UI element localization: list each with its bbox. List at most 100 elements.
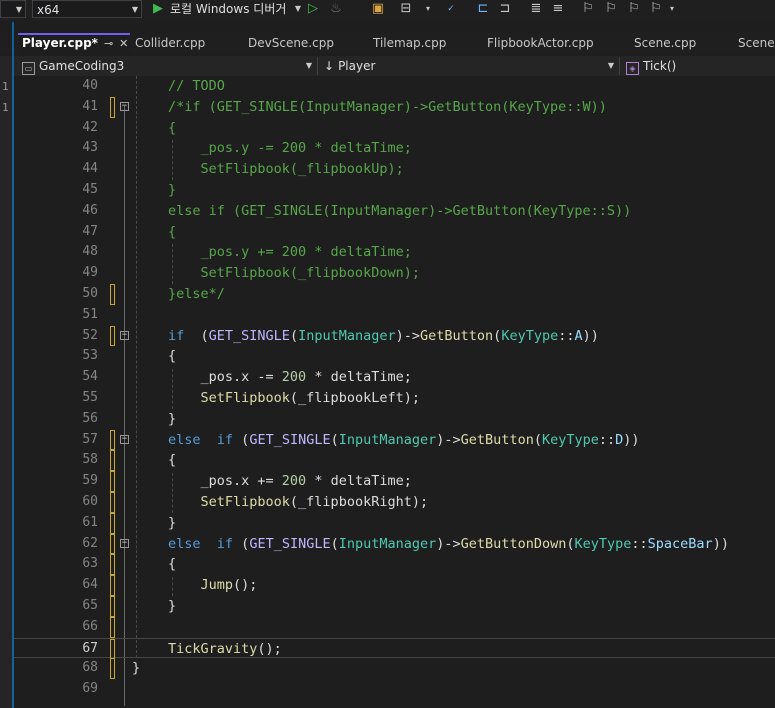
line-number: 41: [82, 98, 98, 114]
start-debugging-button[interactable]: 로컬 Windows 디버거: [170, 0, 286, 18]
spellcheck-icon[interactable]: ✓: [443, 1, 459, 17]
code-text: /*if (GET_SINGLE(InputManager)->GetButto…: [168, 98, 607, 115]
code-editor[interactable]: 40 // TODO 41 − /*if (GET_SINGLE(InputManage…: [14, 76, 775, 708]
bookmark-clear-icon[interactable]: ⚐: [648, 1, 664, 17]
code-line[interactable]: 50}else*/: [14, 284, 775, 305]
code-line[interactable]: 41 − /*if (GET_SINGLE(InputManager)->GetBu…: [14, 96, 775, 118]
code-line[interactable]: 43 _pos.y -= 200 * deltaTime;: [14, 138, 775, 159]
code-line[interactable]: 61}: [14, 512, 775, 534]
code-line[interactable]: 47 {: [14, 222, 775, 243]
pin-icon[interactable]: ⊸: [104, 37, 113, 50]
play-outline-icon[interactable]: ▷: [305, 1, 321, 17]
bookmark-icon[interactable]: ⚐: [580, 1, 596, 17]
line-number: 49: [82, 265, 98, 281]
chevron-down-icon[interactable]: ▼: [290, 1, 306, 17]
code-line[interactable]: 48 _pos.y += 200 * deltaTime;: [14, 242, 775, 263]
change-marker: [110, 616, 115, 638]
close-icon[interactable]: ✕: [119, 37, 128, 50]
change-marker: [110, 533, 115, 555]
code-text: SetFlipbook(_flipbookDown);: [168, 265, 420, 282]
line-number: 47: [82, 223, 98, 239]
collapse-icon[interactable]: −: [120, 538, 129, 548]
solution-config-dropdown[interactable]: ▼: [0, 0, 26, 18]
collapse-icon[interactable]: −: [120, 330, 129, 340]
debug-window-icon[interactable]: ▣: [370, 1, 386, 17]
member-dropdown[interactable]: ◈ Tick(): [622, 57, 775, 75]
more-icon[interactable]: ▾: [664, 1, 680, 17]
change-marker: [110, 284, 115, 305]
line-number: 67: [82, 640, 98, 656]
change-marker: [110, 450, 115, 472]
line-number: 66: [82, 618, 98, 634]
indent-guide: [172, 140, 173, 180]
chevron-down-icon: ▼: [607, 61, 614, 70]
tab-scene-cpp[interactable]: Scene.cpp: [630, 33, 730, 53]
code-line[interactable]: 49 SetFlipbook(_flipbookDown);: [14, 263, 775, 284]
outdent-icon[interactable]: ≡: [550, 1, 566, 17]
bookmark-prev-icon[interactable]: ⚐: [603, 1, 619, 17]
code-text: {: [168, 348, 177, 365]
code-text: {: [168, 223, 177, 240]
scope-label: Player: [338, 59, 376, 73]
member-label: Tick(): [643, 59, 677, 73]
chevron-down-icon[interactable]: ▾: [420, 1, 436, 17]
code-line[interactable]: 42 {: [14, 118, 775, 139]
line-number: 51: [82, 306, 98, 322]
code-line[interactable]: 45}: [14, 180, 775, 201]
code-line[interactable]: 40 // TODO: [14, 76, 775, 97]
code-line[interactable]: 44 SetFlipbook(_flipbookUp);: [14, 159, 775, 180]
code-line[interactable]: 54 _pos.x -= 200 * deltaTime;: [14, 367, 775, 388]
code-line[interactable]: 52 − if (GET_SINGLE(InputManager)->GetButt…: [14, 325, 775, 347]
tab-tilemap-cpp[interactable]: Tilemap.cpp: [369, 33, 479, 53]
scope-dropdown[interactable]: ↓ Player ▼: [320, 57, 620, 75]
project-dropdown[interactable]: ▭ GameCoding3 ▼: [18, 57, 318, 75]
line-number: 62: [82, 535, 98, 551]
indent-icon[interactable]: ≣: [528, 1, 544, 17]
code-line[interactable]: 51: [14, 305, 775, 326]
code-line[interactable]: 56}: [14, 409, 775, 430]
code-text: TickGravity();: [168, 640, 282, 657]
bookmark-next-icon[interactable]: ⚐: [626, 1, 642, 17]
flame-icon[interactable]: ♨: [328, 1, 344, 17]
line-number: 68: [82, 660, 98, 676]
project-label: GameCoding3: [39, 59, 125, 73]
play-icon[interactable]: ▶: [150, 1, 166, 17]
tab-flipbookactor-cpp[interactable]: FlipbookActor.cpp: [483, 33, 623, 53]
tab-scenemanager[interactable]: SceneM: [734, 33, 775, 53]
scope-arrow-icon: ↓: [324, 59, 335, 73]
code-line[interactable]: 63 {: [14, 554, 775, 576]
code-line[interactable]: 67 TickGravity();: [14, 637, 775, 660]
line-number: 55: [82, 390, 98, 405]
layout-icon[interactable]: ⊟: [398, 1, 414, 17]
line-number: 53: [82, 348, 98, 364]
code-line[interactable]: 55 SetFlipbook(_flipbookLeft);: [14, 388, 775, 409]
uncomment-icon[interactable]: ⊐: [497, 1, 513, 17]
document-tabs: Player.cpp* ⊸ ✕ Collider.cpp DevScene.cpp …: [0, 33, 775, 53]
code-text: }: [168, 182, 177, 198]
chevron-down-icon: ▼: [305, 61, 312, 70]
code-line[interactable]: 65}: [14, 596, 775, 617]
tab-collider-cpp[interactable]: Collider.cpp: [131, 33, 241, 53]
code-line[interactable]: 60 SetFlipbook(_flipbookRight);: [14, 492, 775, 513]
line-number: 65: [82, 598, 98, 613]
line-number: 58: [82, 452, 98, 468]
line-number: 45: [82, 182, 98, 197]
code-line[interactable]: 62 − else if (GET_SINGLE(InputManager)->Ge…: [14, 533, 775, 555]
comment-icon[interactable]: ⊏: [475, 1, 491, 17]
code-line[interactable]: 66: [14, 616, 775, 638]
code-line[interactable]: 46 else if (GET_SINGLE(InputManager)->Get…: [14, 201, 775, 222]
code-line[interactable]: 68}: [14, 658, 775, 680]
platform-dropdown[interactable]: x64 ▼: [32, 0, 142, 18]
tab-devscene-cpp[interactable]: DevScene.cpp: [244, 33, 364, 53]
code-line[interactable]: 64 Jump();: [14, 575, 775, 596]
code-line[interactable]: 58 {: [14, 450, 775, 472]
line-number: 40: [82, 78, 98, 93]
collapse-icon[interactable]: −: [120, 101, 129, 111]
code-line[interactable]: 69: [14, 679, 775, 700]
collapse-icon[interactable]: −: [120, 434, 129, 444]
code-line[interactable]: 53 {: [14, 346, 775, 367]
code-line[interactable]: 59 _pos.x += 200 * deltaTime;: [14, 471, 775, 492]
code-text: else if (GET_SINGLE(InputManager)->GetBu…: [168, 431, 640, 448]
code-line[interactable]: 57 − else if (GET_SINGLE(InputManager)->Ge…: [14, 429, 775, 451]
tab-player-cpp[interactable]: Player.cpp* ⊸ ✕: [18, 33, 130, 53]
